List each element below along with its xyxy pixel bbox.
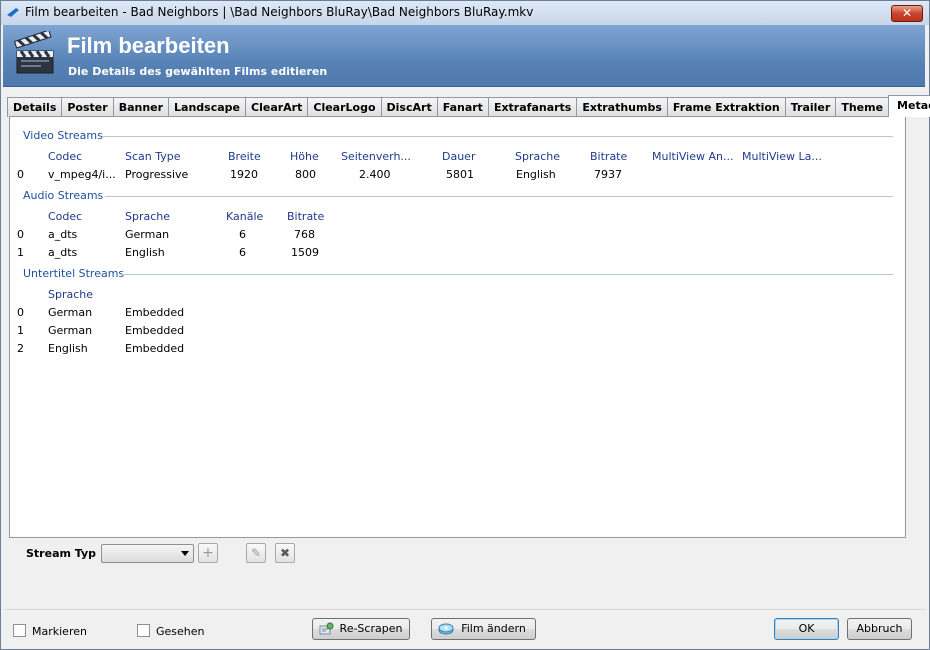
row-index: 1	[17, 324, 24, 337]
ok-button[interactable]: OK	[774, 618, 839, 640]
gesehen-checkbox[interactable]	[137, 624, 150, 637]
audio-streams-header: Audio Streams	[23, 189, 104, 202]
header-title: Film bearbeiten	[67, 33, 230, 58]
audio-codec: a_dts	[48, 246, 78, 259]
tab-clearlogo[interactable]: ClearLogo	[307, 97, 382, 117]
change-movie-label: Film ändern	[461, 622, 526, 635]
edit-stream-button[interactable]: ✎	[246, 543, 266, 563]
rescrape-button[interactable]: Re-Scrapen	[312, 618, 410, 640]
subtitle-type: Embedded	[125, 306, 185, 319]
video-col-aspect[interactable]: Seitenverh...	[341, 150, 411, 163]
video-col-multiview-layout[interactable]: MultiView La...	[742, 150, 822, 163]
subtitle-col-language[interactable]: Sprache	[48, 288, 93, 301]
video-col-bitrate[interactable]: Bitrate	[590, 150, 627, 163]
tab-fanart[interactable]: Fanart	[436, 97, 489, 117]
plus-icon: +	[202, 545, 214, 561]
audio-language: German	[125, 228, 170, 241]
audio-codec: a_dts	[48, 228, 78, 241]
tab-theme[interactable]: Theme	[835, 97, 890, 117]
disc-icon	[438, 623, 454, 635]
video-col-codec[interactable]: Codec	[48, 150, 82, 163]
stream-type-label: Stream Typ	[26, 547, 97, 560]
tab-clearart[interactable]: ClearArt	[245, 97, 309, 117]
row-index: 2	[17, 342, 24, 355]
audio-language: English	[125, 246, 165, 259]
video-streams-header: Video Streams	[23, 129, 103, 142]
audio-col-language[interactable]: Sprache	[125, 210, 170, 223]
add-stream-button[interactable]: +	[198, 543, 218, 563]
audio-col-codec[interactable]: Codec	[48, 210, 82, 223]
remove-stream-button[interactable]: ✖	[275, 543, 295, 563]
cancel-button[interactable]: Abbruch	[847, 618, 912, 640]
audio-channels: 6	[239, 228, 246, 241]
video-aspect: 2.400	[359, 168, 391, 181]
video-codec: v_mpeg4/i...	[48, 168, 116, 181]
subtitle-language: German	[48, 306, 93, 319]
video-col-width[interactable]: Breite	[228, 150, 261, 163]
title-bar: Film bearbeiten - Bad Neighbors | \Bad N…	[1, 1, 929, 25]
subtitle-streams-header: Untertitel Streams	[23, 267, 125, 280]
tab-details[interactable]: Details	[7, 97, 63, 117]
audio-col-channels[interactable]: Kanäle	[226, 210, 263, 223]
row-index: 0	[17, 168, 24, 181]
refresh-icon	[319, 622, 334, 635]
video-duration: 5801	[446, 168, 474, 181]
row-index: 1	[17, 246, 24, 259]
close-button[interactable]: ✕	[891, 5, 923, 22]
video-bitrate: 7937	[594, 168, 622, 181]
subtitle-language: German	[48, 324, 93, 337]
video-height: 800	[295, 168, 316, 181]
video-divider	[102, 136, 893, 137]
audio-col-bitrate[interactable]: Bitrate	[287, 210, 324, 223]
video-language: English	[516, 168, 556, 181]
app-icon	[7, 8, 19, 17]
header-banner: Film bearbeiten Die Details des gewählte…	[3, 25, 925, 87]
gesehen-label[interactable]: Gesehen	[156, 625, 205, 638]
tab-extrathumbs[interactable]: Extrathumbs	[576, 97, 668, 117]
window-title: Film bearbeiten - Bad Neighbors | \Bad N…	[25, 5, 534, 19]
header-subtitle: Die Details des gewählten Films editiere…	[68, 65, 328, 78]
row-index: 0	[17, 228, 24, 241]
pencil-icon: ✎	[250, 546, 262, 560]
tab-discart[interactable]: DiscArt	[380, 97, 438, 117]
video-col-height[interactable]: Höhe	[290, 150, 319, 163]
subtitle-type: Embedded	[125, 324, 185, 337]
markieren-label[interactable]: Markieren	[32, 625, 87, 638]
delete-icon: ✖	[279, 546, 291, 560]
video-col-duration[interactable]: Dauer	[442, 150, 475, 163]
row-index: 0	[17, 306, 24, 319]
stream-type-dropdown[interactable]	[101, 544, 194, 563]
chevron-down-icon	[181, 551, 189, 556]
rescrape-label: Re-Scrapen	[339, 622, 403, 635]
clapperboard-icon	[13, 31, 54, 74]
subtitle-language: English	[48, 342, 88, 355]
audio-bitrate: 768	[294, 228, 315, 241]
audio-bitrate: 1509	[291, 246, 319, 259]
markieren-checkbox[interactable]	[13, 624, 26, 637]
edit-movie-window: Film bearbeiten - Bad Neighbors | \Bad N…	[0, 0, 930, 650]
video-col-multiview-angle[interactable]: MultiView An...	[652, 150, 733, 163]
tab-trailer[interactable]: Trailer	[784, 97, 837, 117]
subtitle-type: Embedded	[125, 342, 185, 355]
tab-banner[interactable]: Banner	[112, 97, 170, 117]
tab-landscape[interactable]: Landscape	[168, 97, 247, 117]
footer-divider	[5, 609, 925, 610]
video-col-scantype[interactable]: Scan Type	[125, 150, 181, 163]
video-scantype: Progressive	[125, 168, 189, 181]
change-movie-button[interactable]: Film ändern	[431, 618, 536, 640]
metadata-panel: Video Streams Codec Scan Type Breite Höh…	[9, 116, 906, 538]
video-width: 1920	[230, 168, 258, 181]
tab-strip: Details Poster Banner Landscape ClearArt…	[7, 95, 930, 117]
tab-poster[interactable]: Poster	[61, 97, 114, 117]
tab-extrafanarts[interactable]: Extrafanarts	[487, 97, 578, 117]
subtitle-divider	[122, 274, 893, 275]
audio-channels: 6	[239, 246, 246, 259]
video-col-language[interactable]: Sprache	[515, 150, 560, 163]
audio-divider	[105, 196, 893, 197]
tab-frame-extraction[interactable]: Frame Extraktion	[666, 97, 786, 117]
tab-metadata[interactable]: Metadaten	[888, 95, 930, 117]
